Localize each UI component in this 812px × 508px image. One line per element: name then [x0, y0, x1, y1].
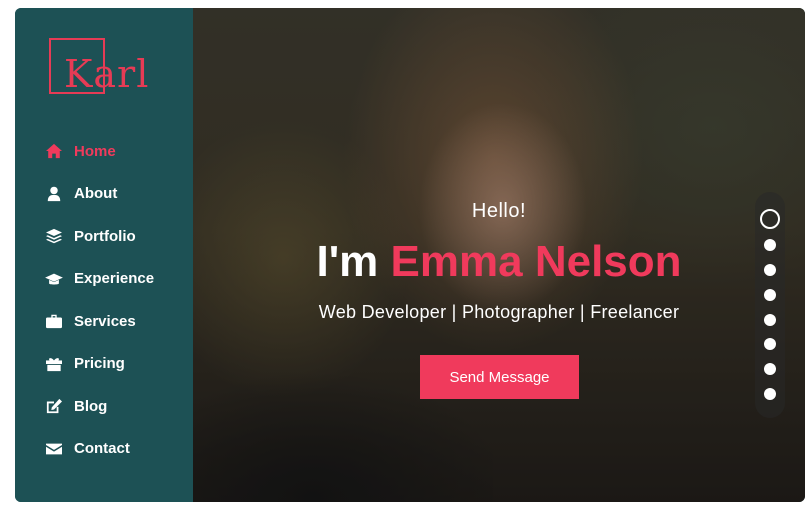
page-frame: Karl Home About Portfolio Experience Ser… [15, 8, 805, 502]
slide-dot-1[interactable] [760, 209, 780, 229]
sidebar: Karl Home About Portfolio Experience Ser… [15, 8, 193, 502]
slide-dot-4[interactable] [764, 289, 776, 301]
sidebar-item-blog[interactable]: Blog [15, 385, 193, 428]
slide-dot-3[interactable] [764, 264, 776, 276]
graduation-cap-icon [44, 270, 64, 288]
sidebar-item-label: Services [74, 312, 136, 330]
home-icon [44, 142, 64, 160]
user-icon [44, 185, 64, 203]
envelope-icon [44, 440, 64, 458]
sidebar-item-home[interactable]: Home [15, 130, 193, 173]
sidebar-nav: Home About Portfolio Experience Services… [15, 130, 193, 470]
hero-name: Emma Nelson [390, 237, 682, 286]
layers-icon [44, 227, 64, 245]
slide-dot-6[interactable] [764, 338, 776, 350]
sidebar-item-label: Portfolio [74, 227, 136, 245]
hero-name-prefix: I'm [316, 237, 379, 286]
edit-icon [44, 397, 64, 415]
sidebar-item-label: Pricing [74, 355, 125, 373]
sidebar-item-label: About [74, 185, 118, 203]
sidebar-item-services[interactable]: Services [15, 300, 193, 343]
slide-pagination [755, 192, 785, 418]
hero-title: I'm Emma Nelson [193, 234, 805, 290]
sidebar-item-label: Blog [74, 397, 108, 415]
gift-icon [44, 355, 64, 373]
logo[interactable]: Karl [49, 38, 148, 102]
sidebar-item-portfolio[interactable]: Portfolio [15, 215, 193, 258]
slide-dot-5[interactable] [764, 314, 776, 326]
sidebar-item-experience[interactable]: Experience [15, 258, 193, 301]
sidebar-item-label: Experience [74, 270, 155, 288]
slide-dot-8[interactable] [764, 388, 776, 400]
slide-dot-2[interactable] [764, 239, 776, 251]
hero-roles: Web Developer | Photographer | Freelance… [318, 302, 680, 322]
briefcase-icon [44, 312, 64, 330]
sidebar-item-about[interactable]: About [15, 173, 193, 216]
slide-dot-7[interactable] [764, 363, 776, 375]
hero-section: Hello! I'm Emma Nelson Web Developer | P… [193, 8, 805, 502]
send-message-button[interactable]: Send Message [420, 355, 579, 399]
logo-text: Karl [64, 52, 150, 96]
sidebar-item-label: Contact [74, 440, 130, 458]
sidebar-item-pricing[interactable]: Pricing [15, 343, 193, 386]
sidebar-item-contact[interactable]: Contact [15, 428, 193, 471]
hero-greeting: Hello! [471, 200, 527, 222]
sidebar-item-label: Home [74, 142, 116, 160]
